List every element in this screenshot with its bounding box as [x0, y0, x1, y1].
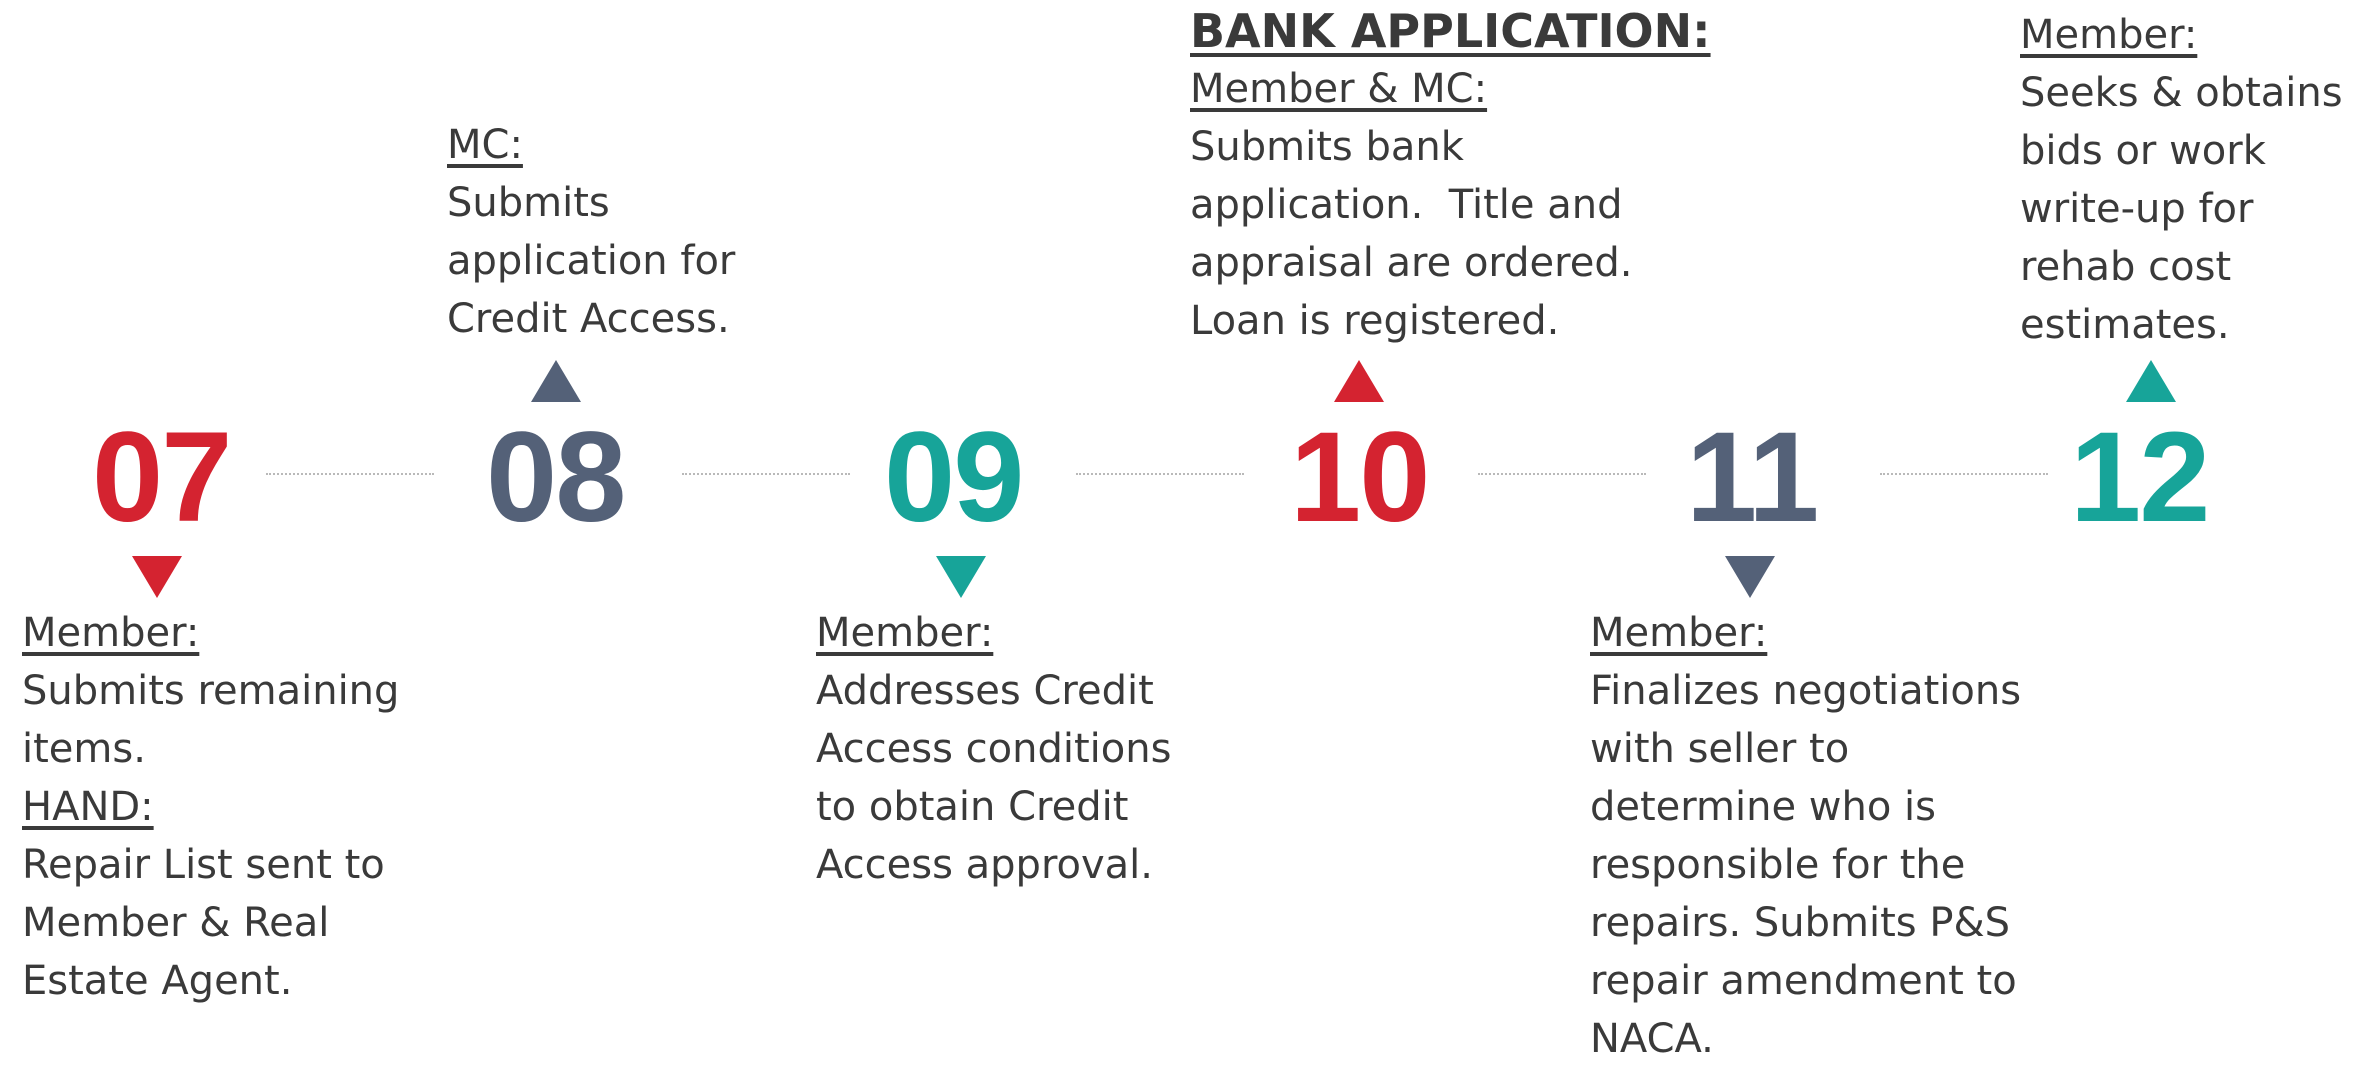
step-11-description: Member: Finalizes negotiations with sell… — [1590, 604, 2021, 1068]
step-09-line: Access conditions — [816, 726, 1172, 772]
step-09-role-label: Member: — [816, 610, 994, 656]
step-12-role-label: Member: — [2020, 12, 2198, 58]
step-07-role-label: HAND: — [22, 784, 154, 830]
bank-application-heading: BANK APPLICATION: — [1190, 4, 1711, 58]
step-number-12: 12 — [2070, 406, 2210, 549]
connector-10-11 — [1478, 473, 1646, 475]
step-10-line: Submits bank — [1190, 124, 1464, 170]
connector-09-10 — [1076, 473, 1244, 475]
step-07-line: Repair List sent to — [22, 842, 385, 888]
step-09-line: to obtain Credit — [816, 784, 1129, 830]
step-number-11: 11 — [1686, 406, 1819, 549]
triangle-down-icon — [1725, 556, 1775, 598]
step-11-line: with seller to — [1590, 726, 1850, 772]
triangle-down-icon — [936, 556, 986, 598]
step-11-line: responsible for the — [1590, 842, 1966, 888]
triangle-down-icon — [132, 556, 182, 598]
step-09-line: Addresses Credit — [816, 668, 1154, 714]
step-10-line: appraisal are ordered. — [1190, 240, 1633, 286]
step-07-line: Estate Agent. — [22, 958, 293, 1004]
step-11-line: repairs. Submits P&S — [1590, 900, 2011, 946]
triangle-up-icon — [531, 360, 581, 402]
triangle-up-icon — [2126, 360, 2176, 402]
step-11-line: Finalizes negotiations — [1590, 668, 2022, 714]
step-08-line: Submits — [447, 180, 610, 226]
step-11-role-label: Member: — [1590, 610, 1768, 656]
step-number-07: 07 — [92, 406, 232, 549]
step-08-role-label: MC: — [447, 122, 523, 168]
step-number-09: 09 — [884, 406, 1024, 549]
step-09-description: Member: Addresses Credit Access conditio… — [816, 604, 1171, 894]
step-11-line: repair amendment to — [1590, 958, 2017, 1004]
step-07-line: items. — [22, 726, 146, 772]
step-12-line: bids or work — [2020, 128, 2266, 174]
step-07-line: Submits remaining — [22, 668, 400, 714]
step-07-description: Member: Submits remaining items. HAND: R… — [22, 604, 399, 1010]
connector-07-08 — [266, 473, 434, 475]
step-10-line: Loan is registered. — [1190, 298, 1560, 344]
step-09-line: Access approval. — [816, 842, 1153, 888]
step-07-role-label: Member: — [22, 610, 200, 656]
step-11-line: NACA. — [1590, 1016, 1714, 1062]
step-number-08: 08 — [486, 406, 626, 549]
step-12-description: Member: Seeks & obtains bids or work wri… — [2020, 6, 2343, 354]
connector-08-09 — [682, 473, 850, 475]
step-07-line: Member & Real — [22, 900, 330, 946]
step-11-line: determine who is — [1590, 784, 1936, 830]
step-12-line: write-up for — [2020, 186, 2254, 232]
step-08-line: Credit Access. — [447, 296, 730, 342]
step-08-line: application for — [447, 238, 736, 284]
triangle-up-icon — [1334, 360, 1384, 402]
step-10-description: Member & MC: Submits bank application. T… — [1190, 60, 1632, 350]
step-10-role-label: Member & MC: — [1190, 66, 1488, 112]
step-12-line: estimates. — [2020, 302, 2230, 348]
step-10-line: application. Title and — [1190, 182, 1623, 228]
step-12-line: rehab cost — [2020, 244, 2232, 290]
connector-11-12 — [1880, 473, 2048, 475]
step-08-description: MC: Submits application for Credit Acces… — [447, 116, 735, 348]
step-number-10: 10 — [1290, 406, 1430, 549]
step-12-line: Seeks & obtains — [2020, 70, 2343, 116]
